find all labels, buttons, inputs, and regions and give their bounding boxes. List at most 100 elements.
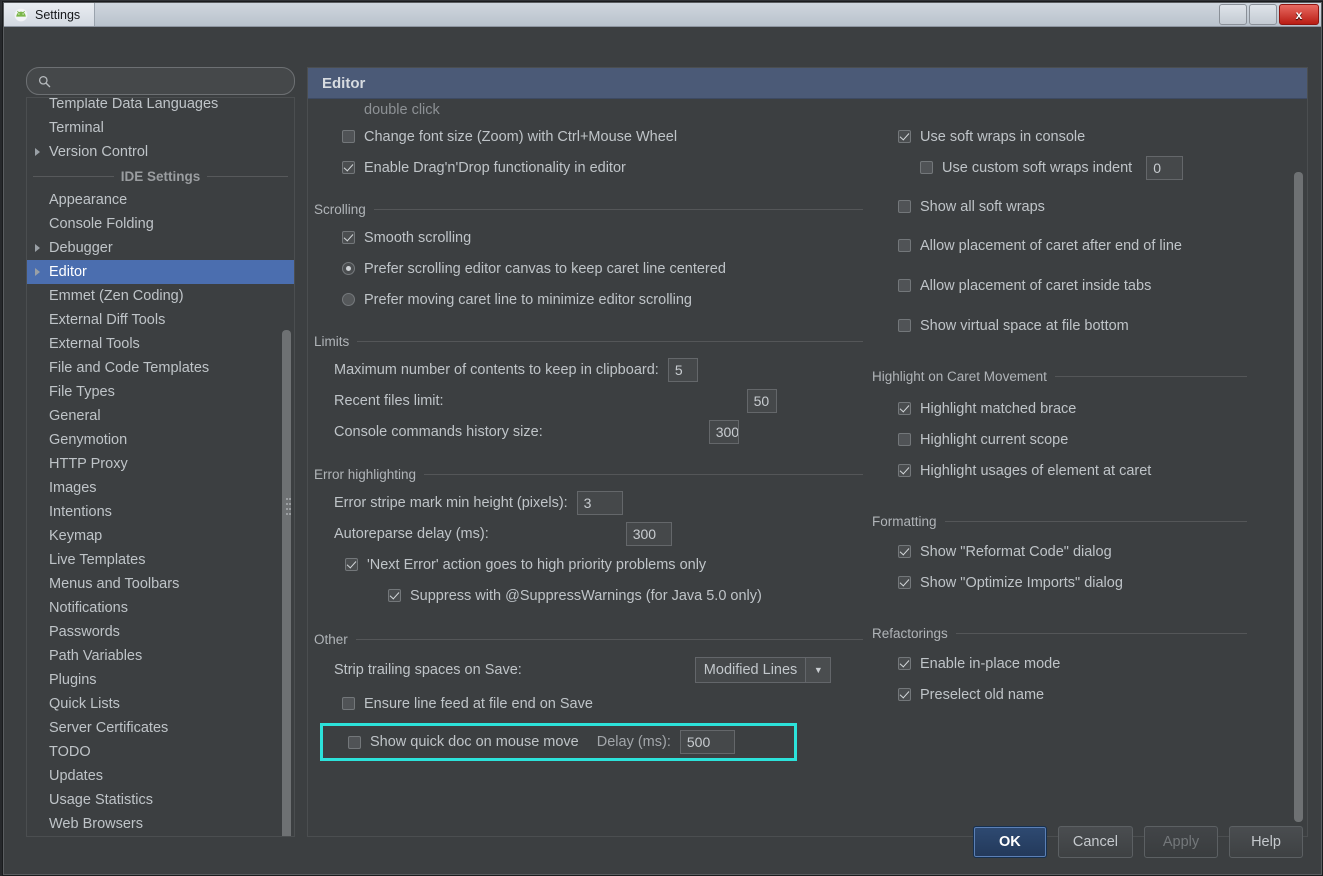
prefer-caret-row[interactable]: Prefer moving caret line to minimize edi… [308, 284, 873, 315]
smooth-scrolling-row[interactable]: Smooth scrolling [308, 222, 873, 253]
maximize-button[interactable] [1249, 4, 1277, 25]
virtual-space-checkbox[interactable] [898, 319, 911, 332]
panel-scrollbar[interactable] [1294, 172, 1303, 822]
change-font-size-checkbox[interactable] [342, 130, 355, 143]
expand-arrow-icon[interactable] [35, 244, 40, 252]
dragndrop-checkbox[interactable] [342, 161, 355, 174]
sidebar-item-menus-and-toolbars[interactable]: Menus and Toolbars [27, 572, 294, 596]
sidebar-item-appearance[interactable]: Appearance [27, 188, 294, 212]
custom-indent-row[interactable]: Use custom soft wraps indent 0 [868, 152, 1298, 183]
sidebar-item-label: General [49, 408, 101, 424]
show-all-soft-wraps-row[interactable]: Show all soft wraps [868, 191, 1298, 222]
sidebar-scrollbar[interactable] [282, 330, 291, 836]
sidebar-item-todo[interactable]: TODO [27, 740, 294, 764]
matched-brace-checkbox[interactable] [898, 402, 911, 415]
current-scope-checkbox[interactable] [898, 433, 911, 446]
recent-files-field[interactable]: 50 [746, 388, 777, 413]
sidebar-item-quick-lists[interactable]: Quick Lists [27, 692, 294, 716]
current-scope-row[interactable]: Highlight current scope [868, 424, 1298, 455]
reformat-dialog-checkbox[interactable] [898, 545, 911, 558]
sidebar-item-console-folding[interactable]: Console Folding [27, 212, 294, 236]
ensure-line-feed-checkbox[interactable] [342, 697, 355, 710]
smooth-scrolling-checkbox[interactable] [342, 231, 355, 244]
sidebar-item-terminal[interactable]: Terminal [27, 116, 294, 140]
virtual-space-row[interactable]: Show virtual space at file bottom [868, 310, 1298, 341]
sidebar-item-usage-statistics[interactable]: Usage Statistics [27, 788, 294, 812]
custom-indent-field[interactable]: 0 [1146, 155, 1184, 180]
sidebar-item-general[interactable]: General [27, 404, 294, 428]
search-input[interactable] [51, 73, 294, 89]
minimize-button[interactable] [1219, 4, 1247, 25]
reformat-dialog-row[interactable]: Show "Reformat Code" dialog [868, 536, 1298, 567]
quick-doc-checkbox[interactable] [348, 735, 361, 749]
clipboard-limit-field[interactable]: 5 [667, 357, 698, 382]
sidebar-item-external-diff-tools[interactable]: External Diff Tools [27, 308, 294, 332]
quick-doc-row[interactable]: Show quick doc on mouse move Delay (ms):… [329, 729, 788, 755]
sidebar-item-updates[interactable]: Updates [27, 764, 294, 788]
close-button[interactable]: x [1279, 4, 1319, 25]
sidebar-item-template-data-languages[interactable]: Template Data Languages [27, 98, 294, 116]
caret-after-eol-row[interactable]: Allow placement of caret after end of li… [868, 230, 1298, 261]
sidebar-item-path-variables[interactable]: Path Variables [27, 644, 294, 668]
sidebar-item-debugger[interactable]: Debugger [27, 236, 294, 260]
suppress-warnings-checkbox[interactable] [388, 589, 401, 602]
caret-after-eol-checkbox[interactable] [898, 239, 911, 252]
soft-wraps-console-checkbox[interactable] [898, 130, 911, 143]
help-button[interactable]: Help [1229, 826, 1303, 858]
console-history-field[interactable]: 300 [708, 419, 739, 444]
ensure-line-feed-row[interactable]: Ensure line feed at file end on Save [308, 688, 873, 719]
ok-button[interactable]: OK [972, 826, 1047, 858]
sidebar-item-live-templates[interactable]: Live Templates [27, 548, 294, 572]
quick-doc-label: Show quick doc on mouse move [370, 734, 579, 750]
in-place-mode-checkbox[interactable] [898, 657, 911, 670]
caret-inside-tabs-row[interactable]: Allow placement of caret inside tabs [868, 270, 1298, 301]
settings-search[interactable] [26, 67, 295, 95]
sidebar-item-file-types[interactable]: File Types [27, 380, 294, 404]
strip-trailing-combobox[interactable]: Modified Lines ▼ [694, 657, 832, 683]
usages-row[interactable]: Highlight usages of element at caret [868, 455, 1298, 486]
optimize-dialog-checkbox[interactable] [898, 576, 911, 589]
prefer-canvas-radio[interactable] [342, 262, 355, 275]
sidebar-item-http-proxy[interactable]: HTTP Proxy [27, 452, 294, 476]
next-error-checkbox[interactable] [345, 558, 358, 571]
autoreparse-field[interactable]: 300 [625, 521, 672, 546]
cancel-button[interactable]: Cancel [1057, 826, 1133, 858]
sidebar-item-emmet-zen-coding[interactable]: Emmet (Zen Coding) [27, 284, 294, 308]
sidebar-item-images[interactable]: Images [27, 476, 294, 500]
sidebar-item-intentions[interactable]: Intentions [27, 500, 294, 524]
prefer-canvas-row[interactable]: Prefer scrolling editor canvas to keep c… [308, 253, 873, 284]
sidebar-item-passwords[interactable]: Passwords [27, 620, 294, 644]
preselect-old-name-row[interactable]: Preselect old name [868, 679, 1298, 710]
sidebar-item-notifications[interactable]: Notifications [27, 596, 294, 620]
soft-wraps-console-row[interactable]: Use soft wraps in console [868, 121, 1298, 152]
prefer-caret-radio[interactable] [342, 293, 355, 306]
chevron-down-icon[interactable]: ▼ [805, 658, 831, 682]
stripe-height-field[interactable]: 3 [576, 490, 623, 515]
dragndrop-row[interactable]: Enable Drag'n'Drop functionality in edit… [308, 152, 873, 183]
change-font-size-row[interactable]: Change font size (Zoom) with Ctrl+Mouse … [308, 121, 873, 152]
sidebar-resize-grip[interactable] [286, 498, 291, 520]
caret-inside-tabs-checkbox[interactable] [898, 279, 911, 292]
usages-checkbox[interactable] [898, 464, 911, 477]
expand-arrow-icon[interactable] [35, 268, 40, 276]
in-place-mode-row[interactable]: Enable in-place mode [868, 648, 1298, 679]
suppress-warnings-row[interactable]: Suppress with @SuppressWarnings (for Jav… [308, 580, 873, 611]
sidebar-item-editor[interactable]: Editor [27, 260, 294, 284]
optimize-dialog-row[interactable]: Show "Optimize Imports" dialog [868, 567, 1298, 598]
custom-indent-checkbox[interactable] [920, 161, 933, 174]
matched-brace-row[interactable]: Highlight matched brace [868, 393, 1298, 424]
settings-sidebar[interactable]: Template Data Languages Terminal Version C… [26, 97, 295, 837]
show-all-soft-wraps-checkbox[interactable] [898, 200, 911, 213]
preselect-old-name-checkbox[interactable] [898, 688, 911, 701]
sidebar-item-external-tools[interactable]: External Tools [27, 332, 294, 356]
sidebar-item-server-certificates[interactable]: Server Certificates [27, 716, 294, 740]
sidebar-item-label: Intentions [49, 504, 112, 520]
sidebar-item-keymap[interactable]: Keymap [27, 524, 294, 548]
expand-arrow-icon[interactable] [35, 148, 40, 156]
quick-doc-delay-field[interactable]: 500 [679, 730, 735, 754]
sidebar-item-version-control[interactable]: Version Control [27, 140, 294, 164]
sidebar-item-plugins[interactable]: Plugins [27, 668, 294, 692]
next-error-row[interactable]: 'Next Error' action goes to high priorit… [308, 549, 873, 580]
sidebar-item-genymotion[interactable]: Genymotion [27, 428, 294, 452]
sidebar-item-file-and-code-templates[interactable]: File and Code Templates [27, 356, 294, 380]
